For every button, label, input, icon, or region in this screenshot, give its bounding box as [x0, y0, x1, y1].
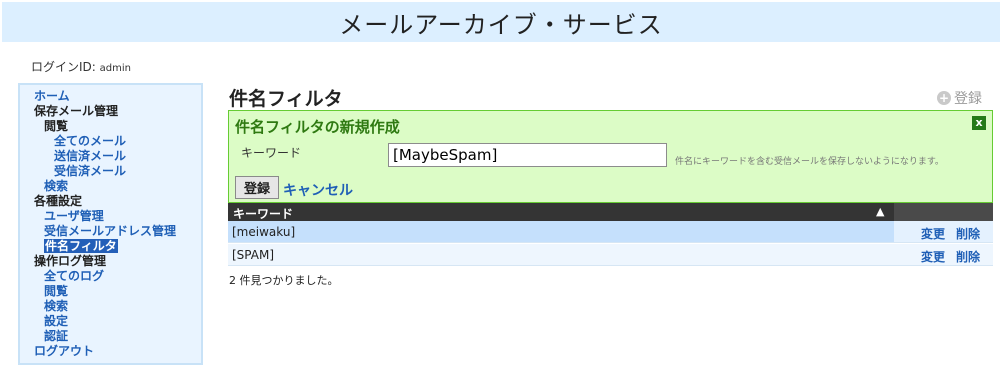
sidebar-item-search[interactable]: 検索 — [34, 179, 201, 194]
keyword-cell: [SPAM] — [232, 248, 275, 262]
sidebar-item-received-mail[interactable]: 受信済メール — [34, 164, 201, 179]
delete-link[interactable]: 削除 — [956, 248, 980, 265]
page-title: 件名フィルタ — [229, 88, 343, 110]
sidebar-item-all-mail[interactable]: 全てのメール — [34, 134, 201, 149]
sidebar-item-subject-filter-label: 件名フィルタ — [44, 239, 118, 253]
sidebar-nav: ホーム 保存メール管理 閲覧 全てのメール 送信済メール 受信済メール 検索 各… — [18, 83, 203, 365]
sidebar-item-recv-addr-mgmt[interactable]: 受信メールアドレス管理 — [34, 224, 201, 239]
login-id-value: admin — [99, 63, 131, 74]
sidebar-item-log-browse[interactable]: 閲覧 — [34, 284, 201, 299]
login-id-label: ログインID: — [31, 60, 100, 74]
app-title: メールアーカイブ・サービス — [339, 10, 663, 39]
sidebar-item-log-settings[interactable]: 設定 — [34, 314, 201, 329]
column-header-keyword[interactable]: キーワード — [233, 205, 293, 222]
register-link-label: 登録 — [954, 91, 982, 107]
header-banner: メールアーカイブ・サービス — [2, 2, 1000, 42]
sidebar-item-logout[interactable]: ログアウト — [34, 344, 201, 359]
edit-link[interactable]: 変更 — [921, 248, 945, 265]
sort-ascending-icon[interactable]: ▲ — [876, 205, 884, 218]
column-header-actions — [894, 203, 993, 221]
sidebar-section-settings: 各種設定 — [34, 194, 83, 208]
sidebar-section-oplog: 操作ログ管理 — [34, 254, 107, 268]
cancel-link[interactable]: キャンセル — [283, 180, 353, 200]
keyword-input[interactable] — [388, 143, 667, 167]
sidebar-item-subject-filter[interactable]: 件名フィルタ — [34, 239, 201, 254]
sidebar-section-saved-mail: 保存メール管理 — [34, 104, 119, 118]
sidebar-item-log-auth[interactable]: 認証 — [34, 329, 201, 344]
keyword-hint: 件名にキーワードを含む受信メールを保存しないようになります。 — [675, 157, 944, 167]
table-header: キーワード ▲ — [228, 203, 993, 221]
edit-link[interactable]: 変更 — [921, 225, 945, 242]
delete-link[interactable]: 削除 — [956, 225, 980, 242]
close-icon[interactable]: x — [972, 116, 986, 130]
keyword-cell: [meiwaku] — [232, 225, 296, 239]
table-row: [meiwaku] 変更 削除 — [228, 221, 993, 243]
register-link[interactable]: + 登録 — [937, 88, 982, 108]
sidebar-item-sent-mail[interactable]: 送信済メール — [34, 149, 201, 164]
keyword-label: キーワード — [241, 146, 302, 160]
result-count: 2 件見つかりました。 — [229, 274, 339, 287]
sidebar-item-all-logs[interactable]: 全てのログ — [34, 269, 201, 284]
table-row: [SPAM] 変更 削除 — [228, 244, 993, 266]
submit-button[interactable]: 登録 — [235, 176, 279, 199]
new-filter-form: 件名フィルタの新規作成 x キーワード 件名にキーワードを含む受信メールを保存し… — [228, 110, 993, 203]
plus-circle-icon: + — [937, 91, 951, 105]
sidebar-item-home[interactable]: ホーム — [34, 89, 201, 104]
login-info: ログインID: admin — [31, 58, 131, 75]
sidebar-section-browse: 閲覧 — [44, 119, 69, 133]
sidebar-item-log-search[interactable]: 検索 — [34, 299, 201, 314]
sidebar-item-user-mgmt[interactable]: ユーザ管理 — [34, 209, 201, 224]
form-title: 件名フィルタの新規作成 — [235, 118, 400, 136]
